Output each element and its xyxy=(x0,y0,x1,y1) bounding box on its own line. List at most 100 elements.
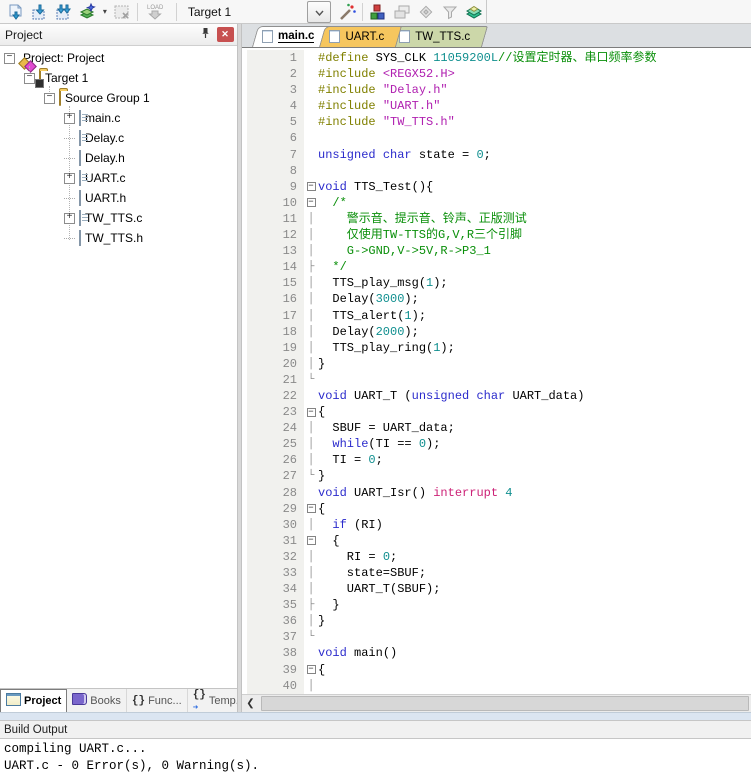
tree-item-label: UART.c xyxy=(85,171,125,185)
build-button[interactable] xyxy=(28,1,52,23)
code-line-25: 25│ while(TI == 0); xyxy=(242,436,751,452)
code-line-34: 34│ UART_T(SBUF); xyxy=(242,581,751,597)
options-for-target-button[interactable] xyxy=(335,1,359,23)
flag-button xyxy=(414,1,438,23)
code-text: RI = 0; xyxy=(318,549,397,565)
code-text: if (RI) xyxy=(318,517,383,533)
collapse-icon[interactable]: − xyxy=(24,73,35,84)
pane-tab-books[interactable]: Books xyxy=(67,689,127,712)
fold-guide: │ xyxy=(304,308,318,324)
code-text: unsigned char state = 0; xyxy=(318,147,491,163)
project-tree: −Project: Project−Target 1−Source Group … xyxy=(0,46,237,688)
fold-guide: │ xyxy=(304,324,318,340)
funnel-icon xyxy=(440,2,460,22)
pin-button[interactable] xyxy=(196,27,214,43)
line-number: 31 xyxy=(247,533,304,549)
code-line-29: 29−{ xyxy=(242,501,751,517)
fold-collapse-icon[interactable]: − xyxy=(304,501,318,517)
tree-item-uart-h[interactable]: UART.h xyxy=(0,188,237,208)
code-text: { xyxy=(318,501,325,517)
fold-collapse-icon[interactable]: − xyxy=(304,662,318,678)
line-number: 18 xyxy=(247,324,304,340)
translate-button[interactable] xyxy=(4,1,28,23)
tree-item-label: Source Group 1 xyxy=(65,91,150,105)
tree-item-main-c[interactable]: +main.c xyxy=(0,108,237,128)
code-line-31: 31− { xyxy=(242,533,751,549)
line-number: 36 xyxy=(247,613,304,629)
scroll-left-button[interactable]: ❮ xyxy=(242,695,259,712)
code-line-15: 15│ TTS_play_msg(1); xyxy=(242,275,751,291)
line-number: 2 xyxy=(247,66,304,82)
target-value: Target 1 xyxy=(188,5,231,19)
code-line-17: 17│ TTS_alert(1); xyxy=(242,308,751,324)
close-button[interactable]: ✕ xyxy=(216,27,234,43)
tree-item-tw-tts-c[interactable]: +TW_TTS.c xyxy=(0,208,237,228)
pane-tab-bar: ProjectBooks{}Func...{}➜Temp... xyxy=(0,688,237,712)
tree-item-project-project[interactable]: −Project: Project xyxy=(0,48,237,68)
target-dropdown-button[interactable] xyxy=(307,1,331,23)
document-icon xyxy=(399,30,410,43)
collapse-icon[interactable]: − xyxy=(44,93,55,104)
line-number: 24 xyxy=(247,420,304,436)
batch-build-icon xyxy=(78,2,98,22)
pin-icon xyxy=(200,27,211,42)
tree-item-source-group-1[interactable]: −Source Group 1 xyxy=(0,88,237,108)
filter-button xyxy=(438,1,462,23)
fold-guide: │ xyxy=(304,243,318,259)
code-line-36: 36│} xyxy=(242,613,751,629)
target-combobox[interactable]: Target 1 xyxy=(180,2,308,22)
pane-tab-func[interactable]: {}Func... xyxy=(127,689,188,712)
pane-tab-project[interactable]: Project xyxy=(0,689,67,712)
manage-components-button[interactable] xyxy=(366,1,390,23)
line-number: 20 xyxy=(247,356,304,372)
tree-item-target-1[interactable]: −Target 1 xyxy=(0,68,237,88)
editor-tab-main-c[interactable]: main.c xyxy=(252,26,326,47)
rebuild-button[interactable] xyxy=(52,1,76,23)
line-number: 6 xyxy=(247,130,304,146)
code-line-21: 21└ xyxy=(242,372,751,388)
fold-guide xyxy=(304,485,318,501)
tree-item-uart-c[interactable]: + UART.c xyxy=(0,168,237,188)
tree-item-label: UART.h xyxy=(85,191,126,205)
batch-build-button[interactable] xyxy=(76,1,100,23)
fold-guide xyxy=(304,130,318,146)
editor-tab-uart-c[interactable]: UART.c xyxy=(319,26,396,47)
package-icon xyxy=(464,2,484,22)
tree-item-tw-tts-h[interactable]: TW_TTS.h xyxy=(0,228,237,248)
fold-guide: │ xyxy=(304,356,318,372)
tree-item-delay-c[interactable]: Delay.c xyxy=(0,128,237,148)
expand-icon[interactable]: + xyxy=(64,113,75,124)
fold-collapse-icon[interactable]: − xyxy=(304,179,318,195)
code-line-14: 14├ */ xyxy=(242,259,751,275)
fold-collapse-icon[interactable]: − xyxy=(304,533,318,549)
collapse-icon[interactable]: − xyxy=(4,53,15,64)
code-editor[interactable]: 1#define SYS_CLK 11059200L//设置定时器、串口频率参数… xyxy=(242,48,751,694)
book-icon xyxy=(72,693,87,708)
scrollbar-thumb[interactable] xyxy=(261,696,749,711)
code-text: 仅使用TW-TTS的G,V,R三个引脚 xyxy=(318,227,522,243)
code-text: } xyxy=(318,468,325,484)
file-c-icon xyxy=(79,111,81,125)
expand-icon[interactable]: + xyxy=(64,213,75,224)
code-text: TTS_play_msg(1); xyxy=(318,275,448,291)
code-text: G->GND,V->5V,R->P3_1 xyxy=(318,243,491,259)
editor-tab-tw-tts-c[interactable]: TW_TTS.c xyxy=(389,26,482,47)
expand-icon[interactable]: + xyxy=(64,173,75,184)
fold-collapse-icon[interactable]: − xyxy=(304,404,318,420)
code-text: { xyxy=(318,404,325,420)
code-line-40: 40│ xyxy=(242,678,751,694)
code-line-20: 20│} xyxy=(242,356,751,372)
batch-build-dropdown[interactable]: ▾ xyxy=(100,1,110,23)
code-line-18: 18│ Delay(2000); xyxy=(242,324,751,340)
line-number: 40 xyxy=(247,678,304,694)
code-line-6: 6 xyxy=(242,130,751,146)
code-line-32: 32│ RI = 0; xyxy=(242,549,751,565)
code-line-5: 5#include "TW_TTS.h" xyxy=(242,114,751,130)
fold-collapse-icon[interactable]: − xyxy=(304,195,318,211)
build-icon xyxy=(30,2,50,22)
tree-item-delay-h[interactable]: Delay.h xyxy=(0,148,237,168)
pack-installer-button[interactable] xyxy=(462,1,486,23)
line-number: 3 xyxy=(247,82,304,98)
code-line-19: 19│ TTS_play_ring(1); xyxy=(242,340,751,356)
horizontal-splitter[interactable] xyxy=(0,712,751,720)
